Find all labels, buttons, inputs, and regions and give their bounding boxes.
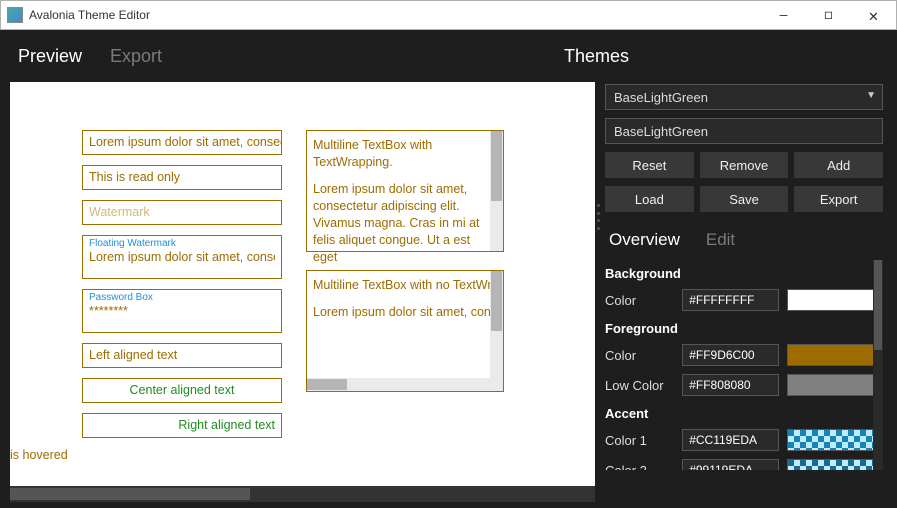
tab-preview[interactable]: Preview — [18, 46, 82, 67]
textbox-watermark[interactable]: Watermark — [82, 200, 282, 225]
section-accent: Accent — [605, 406, 883, 421]
preview-hscroll[interactable] — [10, 486, 595, 502]
hover-status: is hovered — [10, 448, 68, 462]
prop-bg-color: Color #FFFFFFFF — [605, 285, 883, 315]
splitter-grip[interactable] — [595, 202, 601, 232]
tab-edit[interactable]: Edit — [706, 230, 735, 250]
close-button[interactable]: ✕ — [851, 1, 896, 29]
floating-value: Lorem ipsum dolor sit amet, consect — [89, 250, 275, 264]
password-label: Password Box — [89, 292, 275, 304]
remove-button[interactable]: Remove — [700, 152, 789, 178]
prop-accent-2: Color 2 #99119EDA — [605, 455, 883, 470]
textbox-readonly[interactable]: This is read only — [82, 165, 282, 190]
multiline-nowrap[interactable]: Multiline TextBox with no TextWrapp Lore… — [306, 270, 504, 392]
textbox-center[interactable]: Center aligned text — [82, 378, 282, 403]
password-box[interactable]: Password Box ******** — [82, 289, 282, 333]
password-value: ******** — [89, 304, 275, 318]
scrollbar-horizontal[interactable] — [307, 378, 490, 391]
watermark-text: Watermark — [89, 205, 150, 219]
multiline-wrap-line2: Lorem ipsum dolor sit amet, consectetur … — [313, 181, 489, 266]
color-swatch[interactable] — [787, 374, 883, 396]
color-input[interactable]: #FF808080 — [682, 374, 779, 396]
floating-label: Floating Watermark — [89, 238, 275, 250]
properties-scrollbar[interactable] — [873, 260, 883, 470]
maximize-button[interactable]: ◻ — [806, 1, 851, 29]
theme-name-value: BaseLightGreen — [614, 124, 708, 139]
prop-label: Color 2 — [605, 463, 674, 471]
textbox-left[interactable]: Left aligned text — [82, 343, 282, 368]
theme-select[interactable]: BaseLightGreen ▼ — [605, 84, 883, 110]
preview-canvas: Lorem ipsum dolor sit amet, consect This… — [10, 82, 595, 486]
section-background: Background — [605, 266, 883, 281]
themes-heading: Themes — [564, 46, 629, 67]
minimize-button[interactable]: — — [761, 1, 806, 29]
color-input[interactable]: #CC119EDA — [682, 429, 779, 451]
textbox-right[interactable]: Right aligned text — [82, 413, 282, 438]
color-input[interactable]: #99119EDA — [682, 459, 779, 470]
window-title: Avalonia Theme Editor — [29, 8, 761, 22]
color-swatch[interactable] — [787, 459, 883, 470]
prop-label: Color 1 — [605, 433, 674, 448]
window-titlebar: Avalonia Theme Editor — ◻ ✕ — [0, 0, 897, 30]
save-button[interactable]: Save — [700, 186, 789, 212]
reset-button[interactable]: Reset — [605, 152, 694, 178]
scrollbar-vertical[interactable] — [490, 271, 503, 391]
main-tabs: Preview Export — [18, 46, 162, 67]
theme-select-value: BaseLightGreen — [614, 90, 708, 105]
properties-panel: Background Color #FFFFFFFF Foreground Co… — [605, 260, 883, 470]
export-button[interactable]: Export — [794, 186, 883, 212]
preview-pane: Lorem ipsum dolor sit amet, consect This… — [0, 82, 595, 508]
load-button[interactable]: Load — [605, 186, 694, 212]
app-icon — [7, 7, 23, 23]
color-input[interactable]: #FFFFFFFF — [682, 289, 779, 311]
multiline-wrap[interactable]: Multiline TextBox with TextWrapping. Lor… — [306, 130, 504, 252]
scrollbar-vertical[interactable] — [490, 131, 503, 251]
app-root: Preview Export Themes Lorem ipsum dolor … — [0, 30, 897, 508]
multiline-nowrap-line2: Lorem ipsum dolor sit amet, consect — [313, 304, 489, 321]
color-swatch[interactable] — [787, 344, 883, 366]
color-input[interactable]: #FF9D6C00 — [682, 344, 779, 366]
prop-fg-color: Color #FF9D6C00 — [605, 340, 883, 370]
detail-tabs: Overview Edit — [605, 230, 883, 250]
tab-export[interactable]: Export — [110, 46, 162, 67]
topbar: Preview Export Themes — [0, 30, 897, 82]
prop-label: Color — [605, 293, 674, 308]
prop-label: Low Color — [605, 378, 674, 393]
prop-accent-1: Color 1 #CC119EDA — [605, 425, 883, 455]
textbox-floating[interactable]: Floating Watermark Lorem ipsum dolor sit… — [82, 235, 282, 279]
tab-overview[interactable]: Overview — [609, 230, 680, 250]
color-swatch[interactable] — [787, 289, 883, 311]
theme-name-input[interactable]: BaseLightGreen — [605, 118, 883, 144]
multiline-nowrap-line1: Multiline TextBox with no TextWrapp — [313, 277, 489, 294]
prop-fg-lowcolor: Low Color #FF808080 — [605, 370, 883, 400]
section-foreground: Foreground — [605, 321, 883, 336]
multiline-wrap-line1: Multiline TextBox with TextWrapping. — [313, 137, 489, 171]
color-swatch[interactable] — [787, 429, 883, 451]
prop-label: Color — [605, 348, 674, 363]
textbox-sample[interactable]: Lorem ipsum dolor sit amet, consect — [82, 130, 282, 155]
add-button[interactable]: Add — [794, 152, 883, 178]
chevron-down-icon: ▼ — [866, 90, 876, 101]
right-panel: BaseLightGreen ▼ BaseLightGreen Reset Re… — [595, 82, 897, 508]
